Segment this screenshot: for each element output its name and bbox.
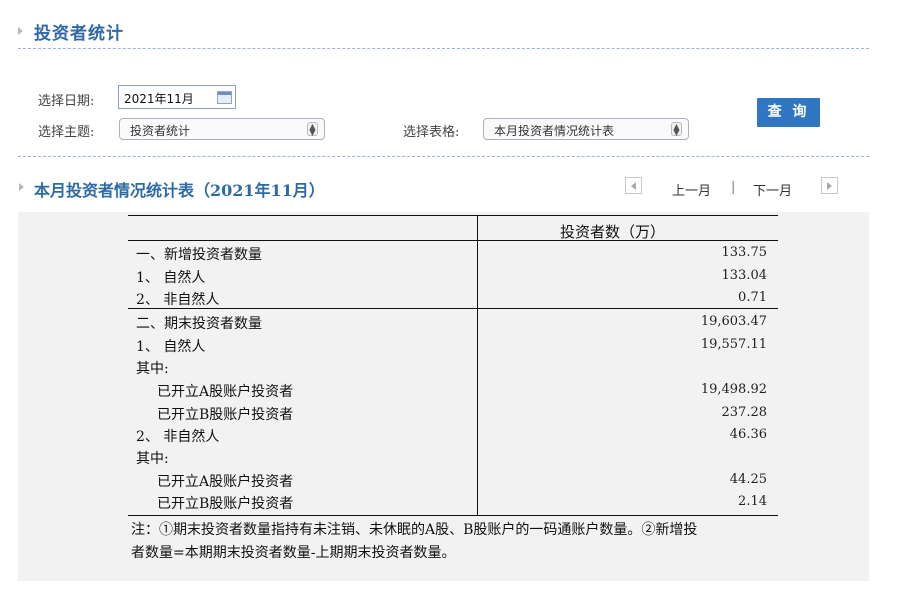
table-note: 注：①期末投资者数量指持有未注销、未休眠的A股、B股账户的一码通账户数量。②新增… [131, 519, 781, 565]
table-top-rule [128, 215, 778, 216]
table-row-label: 已开立B股账户投资者 [157, 496, 294, 512]
query-button[interactable]: 查 询 [757, 98, 820, 127]
table-row-label: 其中: [136, 361, 169, 377]
table-row-value: 133.75 [721, 245, 768, 260]
table-row-value: 133.04 [721, 268, 768, 283]
table-row-value: 19,557.11 [700, 337, 767, 352]
section-title: 本月投资者情况统计表（2021年11月） [34, 181, 325, 200]
calendar-icon[interactable] [217, 91, 232, 104]
table-select[interactable]: 本月投资者情况统计表 ▲ ▼ [483, 118, 689, 140]
table-row-label: 2、 非自然人 [136, 292, 220, 308]
select-arrows-icon: ▲ ▼ [671, 122, 682, 137]
table-row-label: 1、 自然人 [136, 339, 206, 355]
table-row-label: 二、期末投资者数量 [136, 316, 262, 332]
topic-label: 选择主题: [38, 125, 95, 140]
nav-separator: | [731, 180, 736, 195]
table-row-label: 1、 自然人 [136, 270, 206, 286]
table-label: 选择表格: [403, 125, 460, 140]
topic-select[interactable]: 投资者统计 ▲ ▼ [119, 118, 325, 140]
prev-month-link[interactable]: 上一月 [672, 180, 711, 199]
date-value: 2021年11月 [124, 92, 194, 106]
section-bullet-icon [19, 183, 24, 191]
table-select-value: 本月投资者情况统计表 [494, 124, 615, 138]
divider [18, 48, 869, 49]
select-arrows-icon: ▲ ▼ [307, 122, 318, 137]
table-row-value: 19,498.92 [700, 382, 767, 397]
table-row-value: 46.36 [729, 427, 767, 442]
table-bottom-rule [128, 515, 778, 516]
table-row-value: 19,603.47 [700, 314, 767, 329]
note-line: 注：①期末投资者数量指持有未注销、未休眠的A股、B股账户的一码通账户数量。②新增… [131, 522, 698, 538]
table-row-label: 一、新增投资者数量 [136, 247, 262, 263]
topic-select-value: 投资者统计 [130, 124, 191, 138]
date-field[interactable]: 2021年11月 [118, 85, 236, 109]
table-row-value: 44.25 [729, 472, 767, 487]
chevron-right-icon [827, 182, 832, 190]
table-row-label: 已开立A股账户投资者 [157, 384, 294, 400]
note-line: 者数量=本期期末投资者数量-上期期末投资者数量。 [131, 545, 456, 561]
page-title: 投资者统计 [34, 24, 124, 44]
prev-month-button[interactable] [625, 177, 642, 194]
table-row-label: 其中: [136, 451, 169, 467]
header-rule [128, 240, 778, 241]
column-divider [477, 215, 478, 516]
table-row-label: 已开立A股账户投资者 [157, 474, 294, 490]
next-month-button[interactable] [821, 177, 838, 194]
table-row-value: 237.28 [721, 405, 768, 420]
divider [18, 156, 869, 157]
table-row-value: 2.14 [738, 494, 767, 509]
column-header: 投资者数（万） [560, 223, 666, 241]
section-rule [128, 308, 778, 309]
date-label: 选择日期: [38, 94, 95, 109]
header-bullet-icon [18, 27, 23, 35]
next-month-link[interactable]: 下一月 [753, 180, 792, 199]
table-row-label: 已开立B股账户投资者 [157, 407, 294, 423]
table-row-value: 0.71 [738, 290, 767, 305]
chevron-left-icon [631, 182, 636, 190]
table-row-label: 2、 非自然人 [136, 429, 220, 445]
